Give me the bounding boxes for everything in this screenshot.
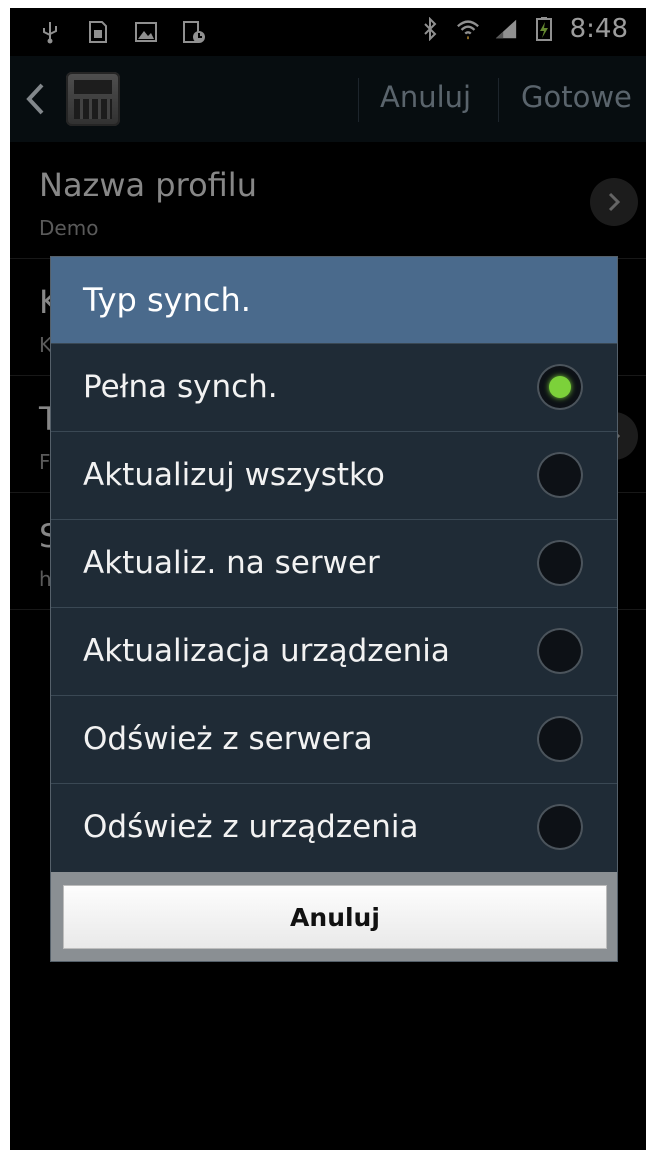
radio-selected-icon[interactable] xyxy=(537,364,583,410)
radio-option-update-server[interactable]: Aktualiz. na serwer xyxy=(51,519,617,608)
dialog-title: Typ synch. xyxy=(83,281,251,319)
option-label: Odśwież z serwera xyxy=(83,721,373,757)
radio-option-refresh-from-server[interactable]: Odśwież z serwera xyxy=(51,695,617,784)
dialog-cancel-button[interactable]: Anuluj xyxy=(63,885,607,949)
sync-type-dialog: Typ synch. Pełna synch. Aktualizuj wszys… xyxy=(51,257,617,961)
radio-unselected-icon[interactable] xyxy=(537,452,583,498)
radio-unselected-icon[interactable] xyxy=(537,628,583,674)
option-label: Aktualiz. na serwer xyxy=(83,545,380,581)
radio-option-update-device[interactable]: Aktualizacja urządzenia xyxy=(51,607,617,696)
radio-option-refresh-from-device[interactable]: Odśwież z urządzenia xyxy=(51,783,617,872)
option-label: Aktualizacja urządzenia xyxy=(83,633,450,669)
option-label: Pełna synch. xyxy=(83,369,278,405)
radio-option-full-sync[interactable]: Pełna synch. xyxy=(51,343,617,432)
dialog-header: Typ synch. xyxy=(51,257,617,343)
radio-option-update-all[interactable]: Aktualizuj wszystko xyxy=(51,431,617,520)
option-label: Aktualizuj wszystko xyxy=(83,457,385,493)
radio-unselected-icon[interactable] xyxy=(537,540,583,586)
phone-screen: 8:48 Anuluj Gotowe Nazwa profilu Demo K … xyxy=(10,8,646,1150)
radio-unselected-icon[interactable] xyxy=(537,716,583,762)
option-label: Odśwież z urządzenia xyxy=(83,809,419,845)
radio-unselected-icon[interactable] xyxy=(537,804,583,850)
